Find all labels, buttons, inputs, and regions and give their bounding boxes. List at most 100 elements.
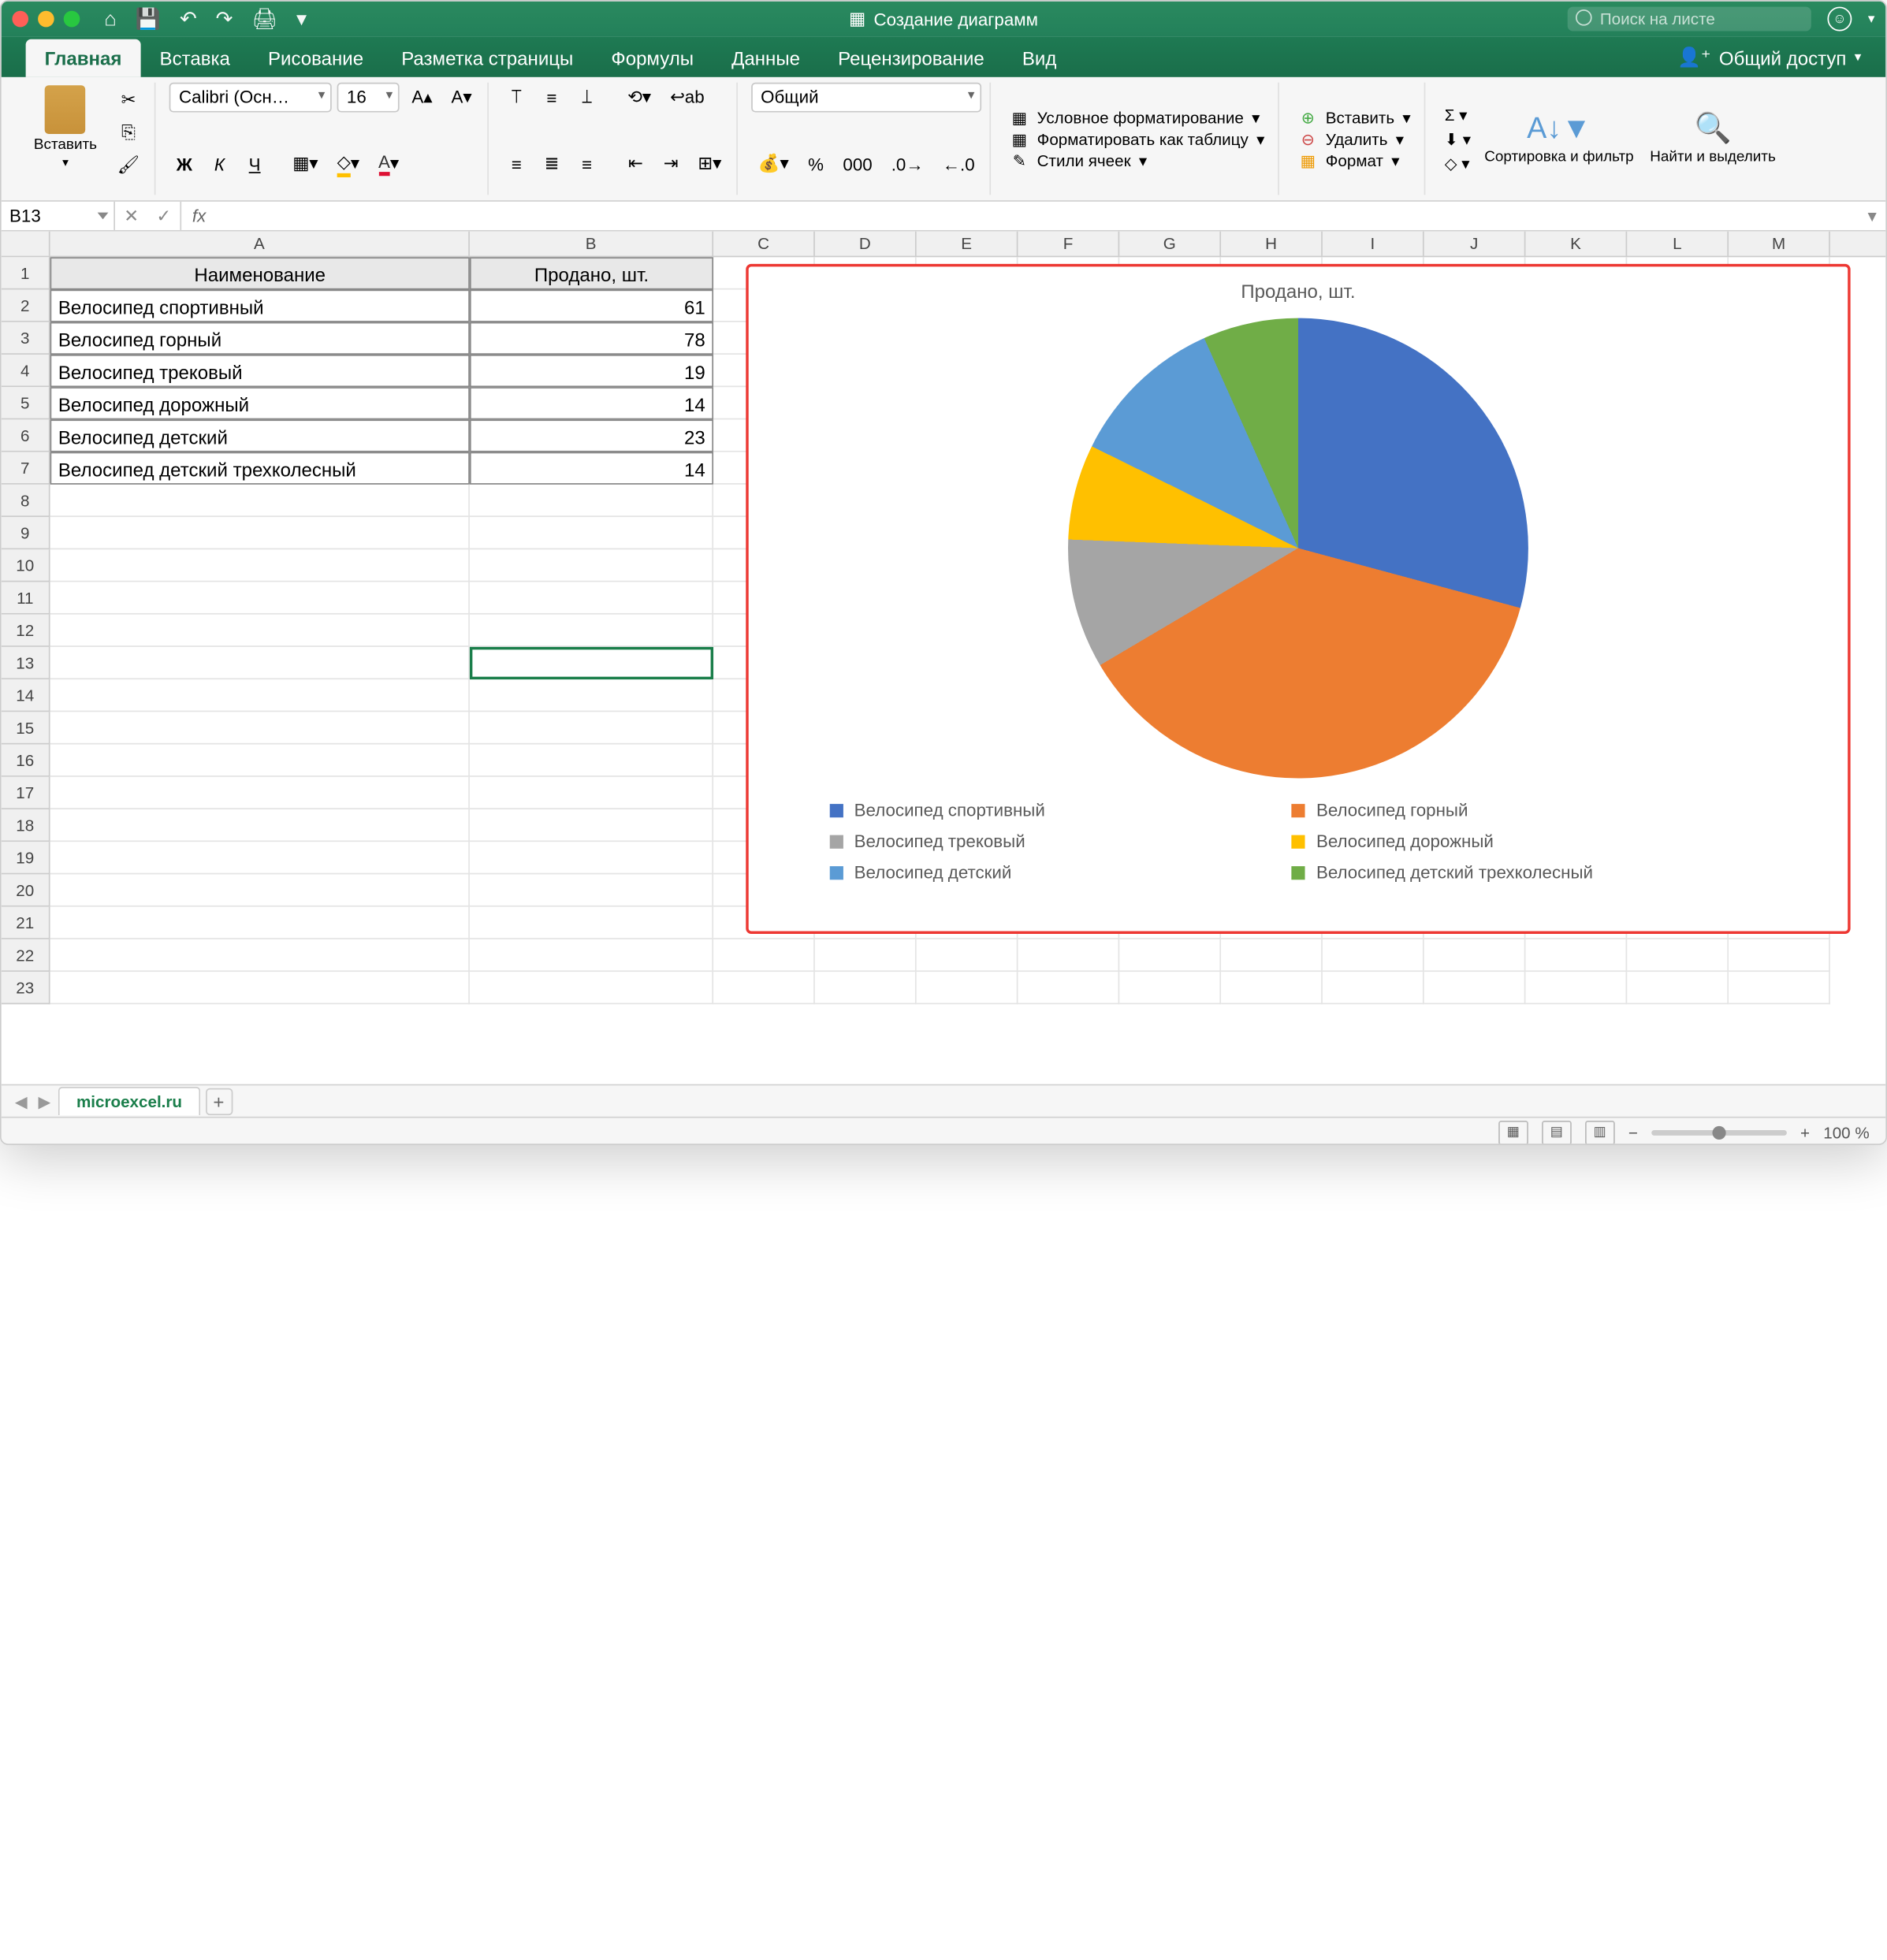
font-color-button[interactable]: А▾: [371, 149, 405, 179]
cell[interactable]: [50, 647, 470, 679]
orientation-button[interactable]: ⟲▾: [621, 83, 658, 113]
wrap-text-button[interactable]: ↩ab: [663, 83, 711, 113]
close-window-button[interactable]: [12, 11, 28, 28]
cell[interactable]: [50, 842, 470, 874]
search-input[interactable]: Поиск на листе: [1568, 7, 1811, 32]
borders-button[interactable]: ▦▾: [286, 149, 325, 179]
find-select-button[interactable]: 🔍 Найти и выделить: [1642, 112, 1784, 166]
decrease-indent-button[interactable]: ⇤: [621, 149, 651, 179]
cell[interactable]: [50, 549, 470, 582]
cell[interactable]: [1221, 939, 1323, 972]
tab-data[interactable]: Данные: [713, 39, 819, 77]
format-cells-button[interactable]: ▦Формат ▾: [1293, 150, 1416, 171]
cut-button[interactable]: ✂: [110, 85, 147, 115]
autosum-button[interactable]: Σ ▾: [1439, 103, 1476, 125]
cell[interactable]: [1018, 972, 1119, 1004]
increase-indent-button[interactable]: ⇥: [656, 149, 686, 179]
cell[interactable]: [470, 777, 713, 809]
column-header-D[interactable]: D: [815, 232, 917, 256]
cell[interactable]: [470, 745, 713, 777]
sheet-tab[interactable]: microexcel.ru: [59, 1087, 200, 1115]
maximize-window-button[interactable]: [64, 11, 80, 28]
conditional-formatting-button[interactable]: ▦Условное форматирование ▾: [1004, 106, 1270, 128]
bold-button[interactable]: Ж: [169, 149, 199, 179]
row-header[interactable]: 12: [2, 615, 50, 647]
fill-button[interactable]: ⬇ ▾: [1439, 128, 1476, 149]
align-right-button[interactable]: ≡: [572, 149, 602, 179]
cell[interactable]: Велосипед трековый: [50, 355, 470, 387]
column-header-H[interactable]: H: [1221, 232, 1323, 256]
column-header-F[interactable]: F: [1018, 232, 1119, 256]
row-header[interactable]: 1: [2, 257, 50, 289]
cell[interactable]: [470, 874, 713, 906]
align-middle-button[interactable]: ≡: [537, 83, 567, 113]
cell[interactable]: [1525, 939, 1627, 972]
column-header-K[interactable]: K: [1525, 232, 1627, 256]
increase-font-button[interactable]: A▴: [405, 83, 439, 113]
enter-formula-button[interactable]: ✓: [147, 202, 180, 230]
cell[interactable]: [1424, 972, 1526, 1004]
cell[interactable]: 23: [470, 419, 713, 452]
paste-button[interactable]: Вставить ▾: [20, 83, 110, 173]
sheet-next-button[interactable]: ▶: [35, 1092, 54, 1110]
column-header-J[interactable]: J: [1424, 232, 1526, 256]
add-sheet-button[interactable]: +: [205, 1088, 232, 1114]
tab-view[interactable]: Вид: [1003, 39, 1076, 77]
cell[interactable]: [50, 582, 470, 614]
row-header[interactable]: 20: [2, 874, 50, 906]
cell[interactable]: [50, 907, 470, 939]
column-header-E[interactable]: E: [917, 232, 1018, 256]
cancel-formula-button[interactable]: ✕: [115, 202, 147, 230]
cell[interactable]: 14: [470, 452, 713, 485]
share-button[interactable]: 👤⁺ Общий доступ ▾: [1653, 38, 1885, 77]
row-header[interactable]: 17: [2, 777, 50, 809]
row-header[interactable]: 2: [2, 290, 50, 322]
undo-icon[interactable]: ↶: [180, 7, 197, 32]
cell[interactable]: [917, 972, 1018, 1004]
merge-button[interactable]: ⊞▾: [691, 149, 728, 179]
row-header[interactable]: 21: [2, 907, 50, 939]
cell[interactable]: [1525, 972, 1627, 1004]
formula-input[interactable]: fx: [181, 202, 1859, 230]
row-header[interactable]: 10: [2, 549, 50, 582]
page-layout-view-button[interactable]: ▤: [1542, 1120, 1572, 1144]
save-icon[interactable]: 💾: [136, 7, 161, 32]
cell[interactable]: [50, 777, 470, 809]
insert-cells-button[interactable]: ⊕Вставить ▾: [1293, 106, 1416, 128]
cell[interactable]: [50, 745, 470, 777]
zoom-out-button[interactable]: −: [1628, 1123, 1638, 1142]
cell[interactable]: Велосипед детский: [50, 419, 470, 452]
cell[interactable]: [470, 517, 713, 549]
row-header[interactable]: 9: [2, 517, 50, 549]
customize-qat-icon[interactable]: ▾: [296, 7, 307, 32]
cell[interactable]: [50, 809, 470, 842]
cell[interactable]: [50, 939, 470, 972]
cell[interactable]: 14: [470, 387, 713, 419]
cell[interactable]: [917, 939, 1018, 972]
cell[interactable]: [1323, 972, 1424, 1004]
column-header-A[interactable]: A: [50, 232, 470, 256]
column-header-C[interactable]: C: [713, 232, 815, 256]
copy-button[interactable]: ⎘: [110, 117, 147, 147]
row-header[interactable]: 19: [2, 842, 50, 874]
fill-color-button[interactable]: ◇▾: [330, 149, 367, 179]
row-header[interactable]: 4: [2, 355, 50, 387]
column-header-L[interactable]: L: [1627, 232, 1729, 256]
cell[interactable]: 78: [470, 322, 713, 355]
increase-decimal-button[interactable]: .0→: [884, 149, 930, 179]
cell[interactable]: [713, 972, 815, 1004]
cell[interactable]: [815, 939, 917, 972]
cell[interactable]: [1119, 972, 1221, 1004]
zoom-label[interactable]: 100 %: [1823, 1123, 1869, 1142]
cell-styles-button[interactable]: ✎Стили ячеек ▾: [1004, 150, 1270, 171]
tab-draw[interactable]: Рисование: [249, 39, 382, 77]
cell[interactable]: [1323, 939, 1424, 972]
tab-insert[interactable]: Вставка: [140, 39, 248, 77]
align-top-button[interactable]: ⟙: [501, 83, 531, 113]
cell[interactable]: [815, 972, 917, 1004]
cell[interactable]: [1119, 939, 1221, 972]
format-painter-button[interactable]: 🖌: [110, 151, 147, 180]
name-box[interactable]: B13: [2, 202, 115, 230]
cell[interactable]: [470, 712, 713, 744]
cell[interactable]: [50, 874, 470, 906]
